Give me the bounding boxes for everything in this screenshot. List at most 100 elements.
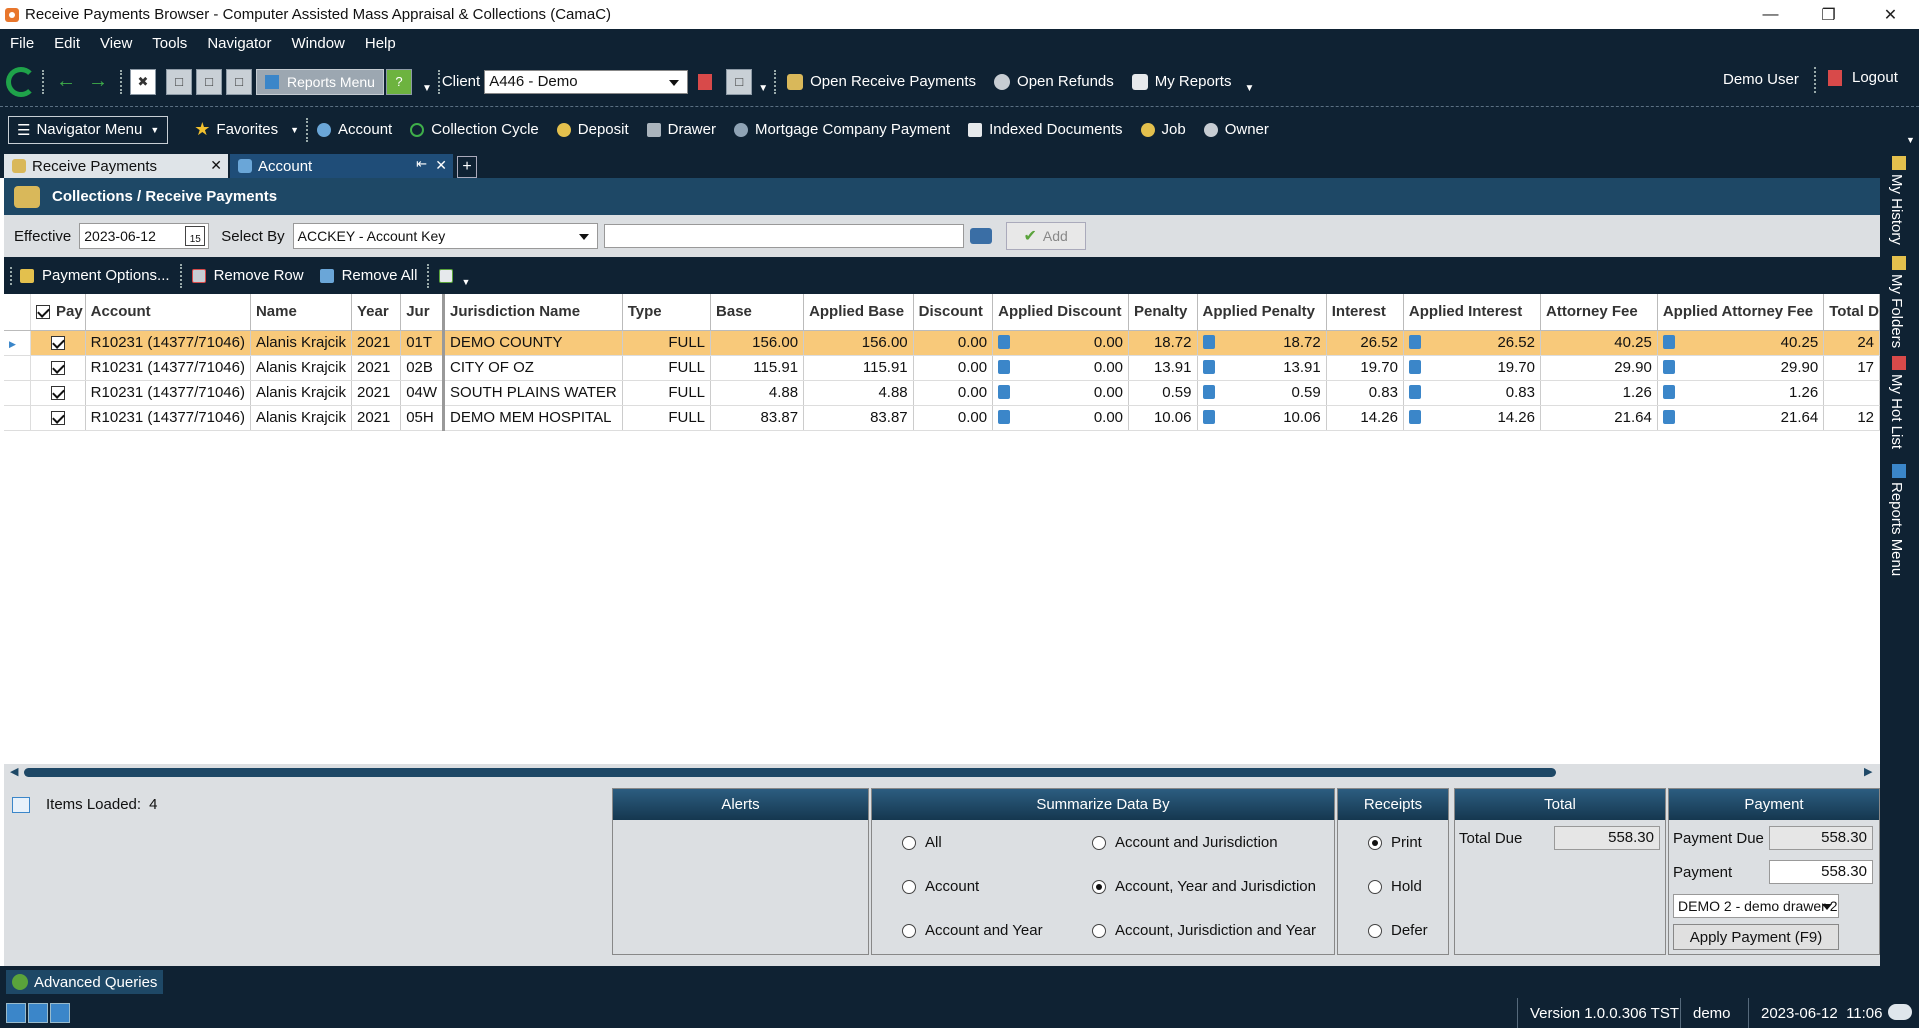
nav-collection-cycle[interactable]: Collection Cycle [410,121,539,138]
nav-owner[interactable]: Owner [1203,121,1269,138]
col-applied-discount[interactable]: Applied Discount [992,294,1130,331]
apply-payment-button[interactable]: Apply Payment (F9) [1673,924,1839,950]
scroll-up-icon[interactable] [50,1003,70,1023]
select-by-dropdown[interactable]: ACCKEY - Account Key [292,223,598,249]
col-type[interactable]: Type [622,294,712,331]
folder-open-icon[interactable]: □ [166,68,192,95]
sidebar-my-history[interactable]: My History [1888,174,1905,245]
calculator-icon[interactable] [1202,360,1215,374]
cell-applied-penalty[interactable]: 0.59 [1197,380,1327,406]
open-receive-payments-link[interactable]: Open Receive Payments [787,73,976,90]
cell-applied-penalty[interactable]: 13.91 [1197,355,1327,381]
horizontal-scrollbar[interactable]: ◀ ▶ [4,764,1880,782]
calculator-icon[interactable] [1202,385,1215,399]
summarize-all-radio[interactable]: All [902,834,942,851]
calculator-icon[interactable] [1662,385,1675,399]
add-button[interactable]: ✔ Add [1005,222,1086,250]
col-jur[interactable]: Jur [400,294,446,331]
payment-input[interactable]: 558.30 [1769,860,1873,884]
cell-applied-interest[interactable]: 14.26 [1403,405,1542,431]
cell-applied-interest[interactable]: 0.83 [1403,380,1542,406]
binoculars-search-icon[interactable] [969,228,992,244]
cell-applied-attorney-fee[interactable]: 29.90 [1657,355,1825,381]
cell-applied-discount[interactable]: 0.00 [992,355,1130,381]
minimize-button[interactable]: — [1748,0,1793,29]
export-excel-button[interactable]: ▼ [439,265,470,287]
search-input[interactable] [603,224,964,248]
col-pay[interactable]: Pay [30,294,86,331]
calculator-icon[interactable] [1408,410,1421,424]
pay-cell[interactable] [30,380,86,406]
calculator-icon[interactable] [1408,335,1421,349]
summarize-account-jurisdiction-radio[interactable]: Account and Jurisdiction [1092,834,1278,851]
col-year[interactable]: Year [351,294,402,331]
calculator-icon[interactable] [998,385,1011,399]
advanced-queries-button[interactable]: Advanced Queries [6,970,164,994]
scroll-right-icon[interactable]: ▶ [1864,765,1872,778]
nav-mortgage-company-payment[interactable]: Mortgage Company Payment [733,121,950,138]
close-tab-icon[interactable]: ✕ [210,157,222,174]
sidebar-my-hot-list[interactable]: My Hot List [1888,374,1905,449]
pay-checkbox[interactable] [50,336,65,351]
logout-button[interactable]: Logout [1828,69,1898,86]
calculator-icon[interactable] [998,410,1011,424]
col-discount[interactable]: Discount [913,294,994,331]
cell-applied-attorney-fee[interactable]: 21.64 [1657,405,1825,431]
col-penalty[interactable]: Penalty [1128,294,1198,331]
menu-edit[interactable]: Edit [44,35,90,52]
back-arrow-icon[interactable]: ← [56,70,76,93]
summarize-account-year-radio[interactable]: Account and Year [902,922,1043,939]
client-clear-icon[interactable] [698,73,713,90]
tab-receive-payments[interactable]: Receive Payments ✕ [4,154,228,178]
menu-tools[interactable]: Tools [142,35,197,52]
tab-account[interactable]: Account ⇤ ✕ [230,154,453,178]
calculator-icon[interactable] [998,335,1011,349]
nav-account[interactable]: Account [317,121,392,138]
col-applied-base[interactable]: Applied Base [803,294,914,331]
payment-options-button[interactable]: Payment Options... [20,267,170,284]
receipt-print-radio[interactable]: Print [1368,834,1422,851]
pay-checkbox[interactable] [50,386,65,401]
cell-applied-penalty[interactable]: 18.72 [1197,330,1327,356]
col-applied-interest[interactable]: Applied Interest [1403,294,1542,331]
sidebar-reports-menu[interactable]: Reports Menu [1888,482,1905,576]
nav-job[interactable]: Job [1140,121,1186,138]
drawer-select[interactable]: DEMO 2 - demo drawer 2 [1673,894,1839,918]
my-reports-link[interactable]: My Reports [1131,73,1231,90]
calculator-icon[interactable] [1662,410,1675,424]
reports-menu-button[interactable]: Reports Menu [256,68,384,95]
summarize-account-year-jurisdiction-radio[interactable]: Account, Year and Jurisdiction [1092,878,1316,895]
scrollbar-thumb[interactable] [24,768,1556,777]
cell-applied-penalty[interactable]: 10.06 [1197,405,1327,431]
pay-cell[interactable] [30,405,86,431]
pay-checkbox[interactable] [50,411,65,426]
col-attorney-fee[interactable]: Attorney Fee [1540,294,1658,331]
scroll-down-icon[interactable] [28,1003,48,1023]
col-applied-attorney-fee[interactable]: Applied Attorney Fee [1657,294,1825,331]
maximize-button[interactable]: ❐ [1806,0,1851,29]
new-tab-button[interactable]: + [457,156,477,178]
calculator-icon[interactable] [998,360,1011,374]
table-row[interactable]: R10231 (14377/71046) Alanis Krajcik 2021 02… [4,355,1880,381]
cell-applied-discount[interactable]: 0.00 [992,405,1130,431]
nav-deposit[interactable]: Deposit [556,121,629,138]
col-name[interactable]: Name [250,294,353,331]
help-icon[interactable]: ? [385,68,412,95]
close-tab-icon[interactable]: ✕ [435,157,447,174]
toolbar-overflow-icon[interactable]: ▼ [758,83,768,94]
receipt-defer-radio[interactable]: Defer [1368,922,1428,939]
document-icon[interactable]: □ [726,68,753,95]
cell-applied-interest[interactable]: 19.70 [1403,355,1542,381]
summarize-account-jurisdiction-year-radio[interactable]: Account, Jurisdiction and Year [1092,922,1316,939]
calculator-icon[interactable] [1662,360,1675,374]
folder-search-icon[interactable]: □ [196,68,222,95]
summarize-account-radio[interactable]: Account [902,878,979,895]
menu-window[interactable]: Window [282,35,355,52]
receipt-hold-radio[interactable]: Hold [1368,878,1422,895]
open-refunds-link[interactable]: Open Refunds [994,73,1114,90]
calculator-icon[interactable] [1662,335,1675,349]
pin-icon[interactable]: ⇤ [416,156,427,172]
col-base[interactable]: Base [710,294,805,331]
pay-cell[interactable] [30,330,86,356]
col-interest[interactable]: Interest [1326,294,1404,331]
